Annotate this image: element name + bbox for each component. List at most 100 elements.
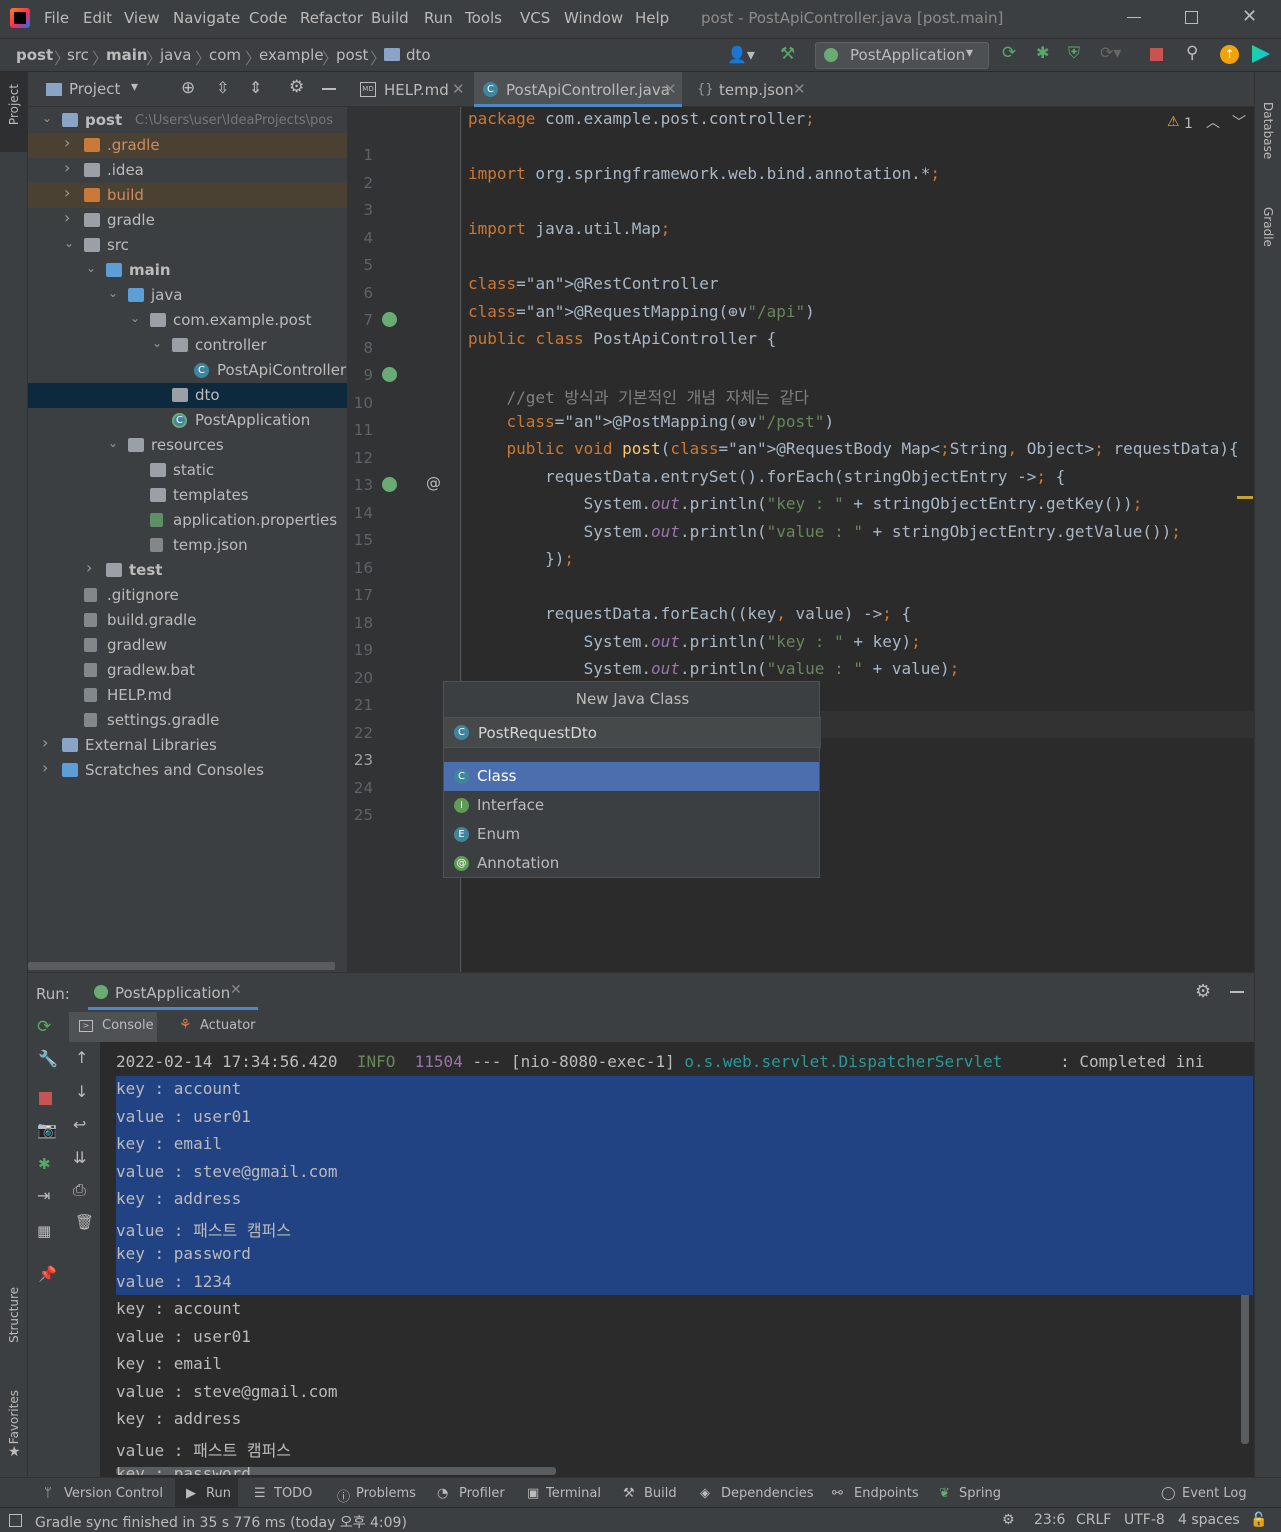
tab-terminal[interactable]: Terminal: [546, 1486, 601, 1501]
tab-endpoints[interactable]: Endpoints: [854, 1486, 919, 1501]
tree-item[interactable]: dto: [28, 383, 347, 408]
menu-help[interactable]: Help: [635, 9, 669, 27]
tree-item[interactable]: application.properties: [28, 508, 347, 533]
run-config-select[interactable]: PostApplication ▾: [815, 42, 989, 69]
close-window-icon[interactable]: ✕: [1242, 6, 1257, 27]
close-icon[interactable]: ✕: [793, 80, 806, 98]
breadcrumb-example[interactable]: example: [259, 46, 324, 64]
chevron-down-icon[interactable]: ⌄: [86, 261, 96, 275]
chevron-right-icon[interactable]: ›: [64, 158, 70, 177]
tree-item[interactable]: HELP.md: [28, 683, 347, 708]
arrow-down-icon[interactable]: ↓: [75, 1082, 88, 1101]
chevron-right-icon[interactable]: ›: [42, 758, 48, 777]
menu-view[interactable]: View: [124, 9, 160, 27]
toolbox-icon[interactable]: [1252, 45, 1270, 63]
favorites-side-label[interactable]: Favorites: [7, 1390, 21, 1444]
tab-todo[interactable]: TODO: [274, 1486, 312, 1501]
menu-code[interactable]: Code: [249, 9, 287, 27]
trash-icon[interactable]: 🗑: [75, 1213, 94, 1231]
search-icon[interactable]: ⚲: [1186, 43, 1198, 63]
warning-icon[interactable]: ⚠: [1167, 114, 1180, 130]
tree-item[interactable]: › test: [28, 558, 347, 583]
login-icon[interactable]: ⇥: [37, 1186, 50, 1205]
minimize-icon[interactable]: [1127, 17, 1141, 18]
tree-item[interactable]: temp.json: [28, 533, 347, 558]
breadcrumb-post[interactable]: post: [16, 46, 53, 64]
chevron-right-icon[interactable]: ›: [64, 208, 70, 227]
tree-item[interactable]: ⌄ post C:\Users\user\IdeaProjects\pos: [28, 108, 347, 133]
chevron-down-icon[interactable]: ⌄: [64, 236, 74, 250]
tab-build[interactable]: Build: [644, 1486, 677, 1501]
tree-item[interactable]: C PostApplication: [28, 408, 347, 433]
soft-wrap-icon[interactable]: ↩: [73, 1115, 86, 1134]
coverage-icon[interactable]: ⛨: [1068, 43, 1080, 63]
tab-temp-json[interactable]: {} temp.json ✕: [687, 72, 812, 107]
breadcrumb-dto[interactable]: dto: [406, 46, 431, 64]
tab-problems[interactable]: Problems: [356, 1486, 416, 1501]
chevron-down-icon[interactable]: ⌄: [108, 436, 118, 450]
tab-dependencies[interactable]: Dependencies: [721, 1486, 814, 1501]
tree-item[interactable]: .gitignore: [28, 583, 347, 608]
tab-postapicontroller[interactable]: C PostApiController.java ✕: [474, 72, 682, 107]
print-icon[interactable]: ⎙: [73, 1180, 86, 1200]
tree-item[interactable]: › gradle: [28, 208, 347, 233]
lock-icon[interactable]: 🔓: [1250, 1512, 1267, 1528]
chevron-right-icon[interactable]: ›: [42, 733, 48, 752]
chevron-right-icon[interactable]: ›: [64, 133, 70, 152]
debug-icon[interactable]: ✱: [38, 1155, 51, 1173]
class-name-field[interactable]: C PostRequestDto: [444, 717, 821, 748]
caret-position[interactable]: 23:6: [1034, 1512, 1065, 1528]
rerun-icon[interactable]: ⟳: [37, 1017, 51, 1037]
breadcrumb-src[interactable]: src: [67, 46, 89, 64]
stop-icon[interactable]: [1150, 48, 1163, 61]
layout-icon[interactable]: ▦: [37, 1222, 51, 1240]
tree-item[interactable]: templates: [28, 483, 347, 508]
menu-vcs[interactable]: VCS: [520, 9, 550, 27]
update-icon[interactable]: ↑: [1220, 45, 1239, 64]
tree-item[interactable]: › .gradle: [28, 133, 347, 158]
menu-refactor[interactable]: Refactor: [300, 9, 363, 27]
panel-toggle-icon[interactable]: [9, 1514, 22, 1527]
tree-item[interactable]: › build: [28, 183, 347, 208]
chevron-right-icon[interactable]: ›: [64, 183, 70, 202]
menu-build[interactable]: Build: [371, 9, 409, 27]
tree-item[interactable]: › .idea: [28, 158, 347, 183]
indent-setting[interactable]: 4 spaces: [1178, 1512, 1240, 1528]
chevron-down-icon[interactable]: ⌄: [152, 336, 162, 350]
pin-icon[interactable]: 📌: [38, 1265, 57, 1283]
console-tab[interactable]: > Console: [69, 1012, 157, 1042]
tab-spring[interactable]: Spring: [959, 1486, 1001, 1501]
file-encoding[interactable]: UTF-8: [1124, 1512, 1165, 1528]
kind-option-class[interactable]: C Class: [444, 762, 819, 791]
tree-item[interactable]: gradlew: [28, 633, 347, 658]
locate-icon[interactable]: ⊕: [181, 78, 195, 98]
tree-item[interactable]: C PostApiController: [28, 358, 347, 383]
hide-icon[interactable]: [1230, 991, 1244, 993]
arrow-up-icon[interactable]: ↑: [75, 1048, 88, 1067]
line-separator[interactable]: CRLF: [1076, 1512, 1111, 1528]
breadcrumb-main[interactable]: main: [106, 46, 148, 64]
scroll-end-icon[interactable]: ⇊: [73, 1148, 86, 1167]
tab-profiler[interactable]: Profiler: [459, 1486, 505, 1501]
rerun-icon[interactable]: ⟳: [1002, 43, 1016, 63]
project-panel-title[interactable]: Project: [69, 80, 120, 98]
build-hammer-icon[interactable]: ⚒: [780, 44, 795, 64]
breadcrumb-com[interactable]: com: [209, 46, 241, 64]
camera-icon[interactable]: 📷: [37, 1120, 57, 1139]
run-gutter-icon[interactable]: [382, 312, 397, 327]
stop-icon[interactable]: [39, 1092, 52, 1105]
menu-navigate[interactable]: Navigate: [173, 9, 240, 27]
hide-icon[interactable]: [322, 88, 336, 90]
run-gutter-icon[interactable]: [382, 367, 397, 382]
tree-item[interactable]: › Scratches and Consoles: [28, 758, 347, 783]
tab-event-log[interactable]: Event Log: [1182, 1486, 1247, 1501]
breadcrumb-post-pkg[interactable]: post: [336, 46, 368, 64]
debug-icon[interactable]: ✱: [1036, 43, 1049, 62]
menu-edit[interactable]: Edit: [83, 9, 112, 27]
menu-run[interactable]: Run: [424, 9, 453, 27]
chevron-up-icon[interactable]: ︿: [1206, 112, 1220, 132]
run-gutter-icon[interactable]: [382, 477, 397, 492]
menu-file[interactable]: File: [44, 9, 69, 27]
tree-item[interactable]: static: [28, 458, 347, 483]
profile-icon[interactable]: ⟳▾: [1100, 43, 1121, 62]
